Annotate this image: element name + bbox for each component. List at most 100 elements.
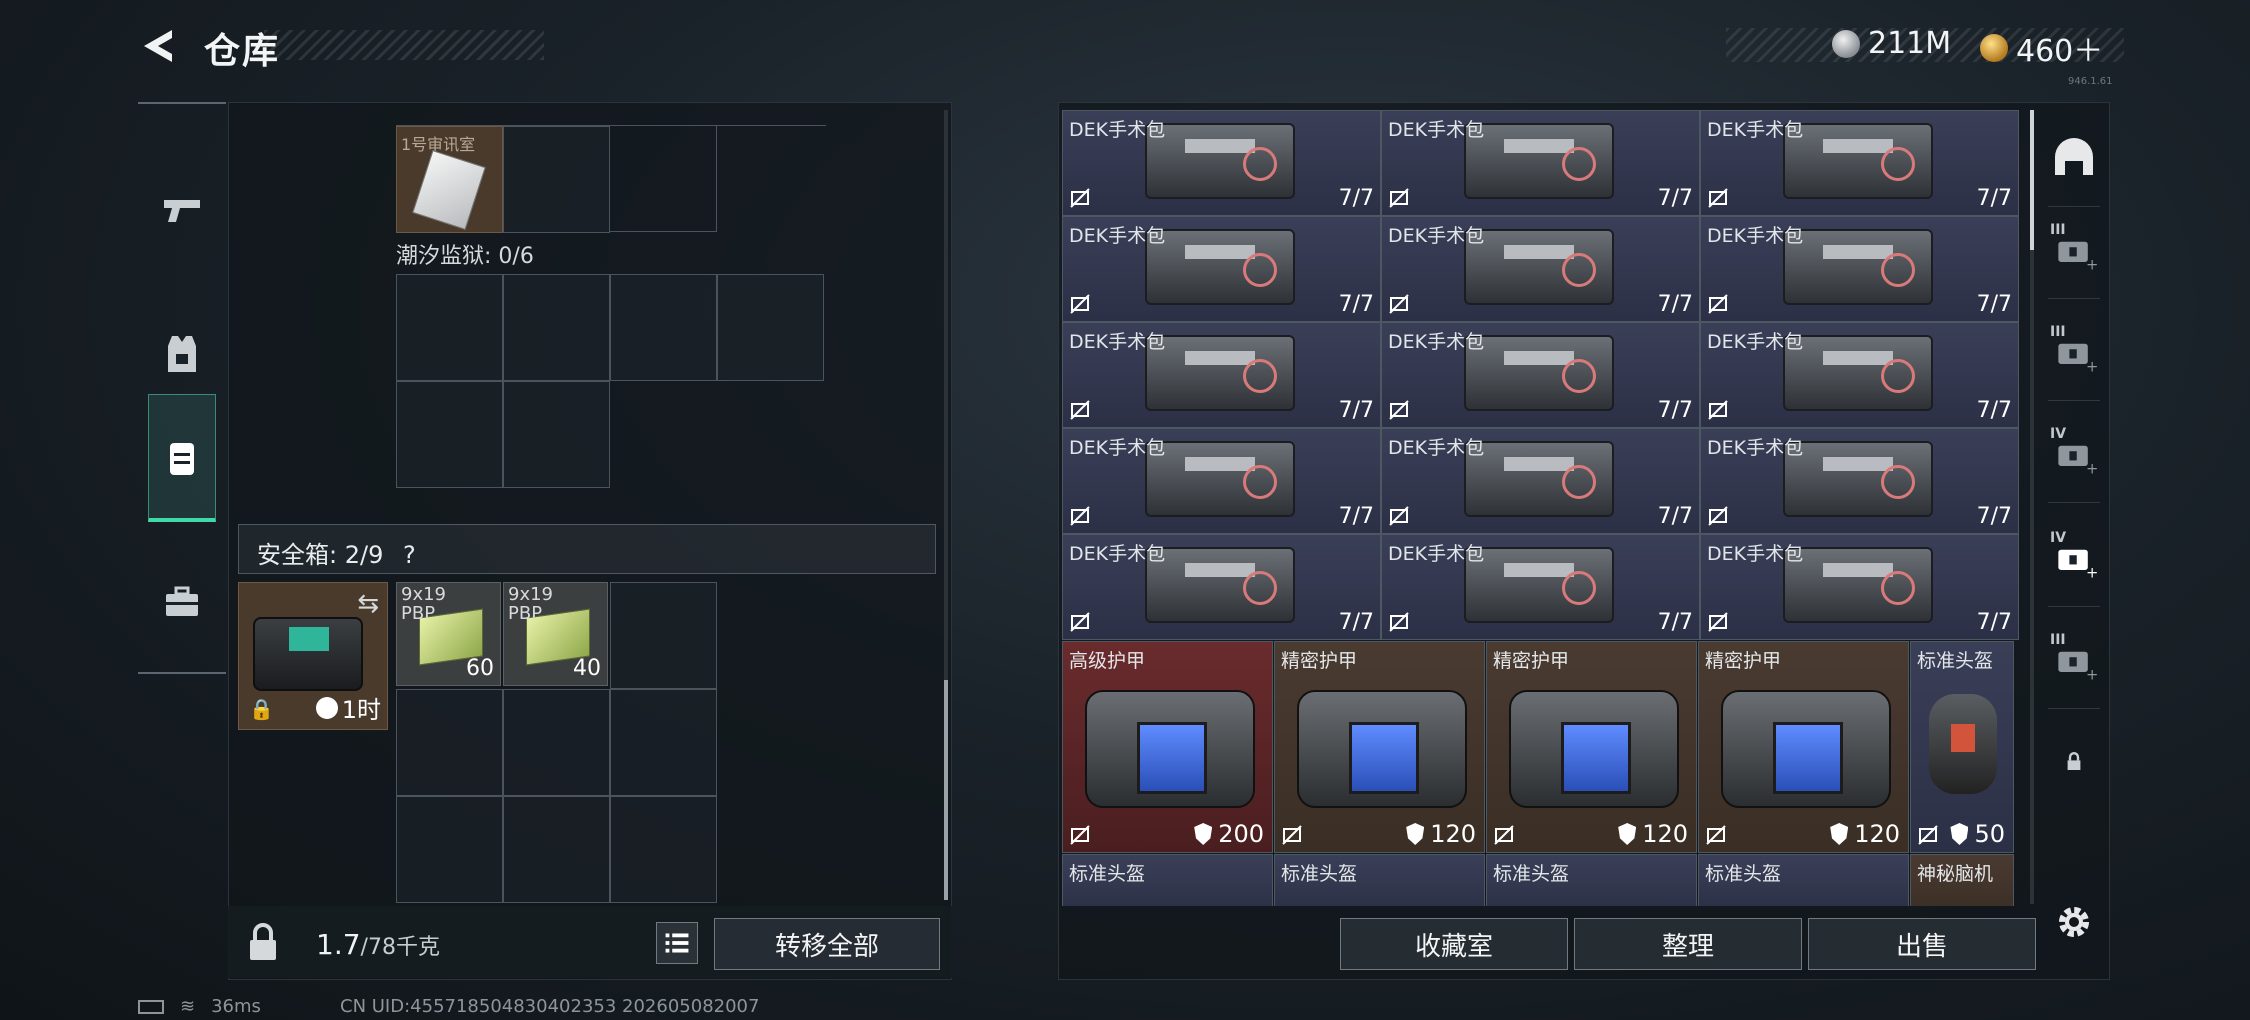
stash-item-surgery-kit[interactable]: DEK手术包 7/7 [1381, 216, 1700, 322]
safe-box-slot[interactable]: ⇆ 🔒 1时 [238, 582, 388, 730]
stash-item-surgery-kit[interactable]: DEK手术包 7/7 [1700, 216, 2019, 322]
grid-cell[interactable] [503, 796, 610, 903]
ammo-item[interactable]: 9x19 PBP 40 [503, 582, 608, 686]
sort-button[interactable]: 整理 [1574, 918, 1802, 970]
helmet-image [1929, 694, 1997, 794]
item-name: DEK手术包 [1388, 331, 1485, 353]
filter-armor-filter-icon[interactable]: III + [2044, 322, 2104, 382]
gold-currency[interactable]: 460＋ [1980, 26, 2103, 70]
stash-item-surgery-kit[interactable]: DEK手术包 7/7 [1381, 534, 1700, 640]
no-insure-icon [1493, 824, 1515, 846]
stash-item-armor[interactable]: 精密护甲 120 [1698, 641, 1909, 853]
grid-cell[interactable] [503, 274, 610, 381]
item-name: DEK手术包 [1707, 331, 1804, 353]
back-arrow-icon [144, 30, 172, 62]
stash-item-armor[interactable]: 精密护甲 120 [1274, 641, 1485, 853]
item-name: DEK手术包 [1069, 119, 1166, 141]
tier-label: III [2050, 632, 2066, 648]
item-name: DEK手术包 [1069, 331, 1166, 353]
settings-button[interactable] [2052, 900, 2096, 944]
stash-item-surgery-kit[interactable]: DEK手术包 7/7 [1700, 322, 2019, 428]
list-view-button[interactable] [656, 922, 698, 964]
ammo-item[interactable]: 9x19 PBP 60 [396, 582, 501, 686]
stash-item-surgery-kit[interactable]: DEK手术包 7/7 [1062, 322, 1381, 428]
item-durability: 7/7 [1976, 292, 2012, 317]
grid-cell[interactable] [717, 274, 824, 381]
stash-item-surgery-kit[interactable]: DEK手术包 7/7 [1062, 534, 1381, 640]
item-name: 标准头盔 [1705, 863, 1782, 885]
stash-item-surgery-kit[interactable]: DEK手术包 7/7 [1381, 110, 1700, 216]
helmet-durability: 50 [1950, 820, 2005, 848]
wifi-icon: ≋ [180, 996, 196, 1017]
armor-value: 120 [1854, 820, 1900, 848]
clock-icon [315, 696, 338, 719]
no-insure-icon [1707, 611, 1729, 633]
stash-item-partial[interactable]: 标准头盔 [1062, 854, 1273, 906]
safe-help-button[interactable]: ? [403, 541, 416, 569]
stash-item-armor[interactable]: 高级护甲 200 [1062, 641, 1273, 853]
grid-cell[interactable] [396, 689, 503, 796]
stash-item-armor[interactable]: 精密护甲 120 [1486, 641, 1697, 853]
lock-icon [2067, 752, 2081, 770]
tab-weapons[interactable] [148, 146, 216, 274]
grid-cell[interactable] [610, 796, 717, 903]
transfer-all-button[interactable]: 转移全部 [714, 918, 940, 970]
stash-item-surgery-kit[interactable]: DEK手术包 7/7 [1700, 110, 2019, 216]
collection-room-button[interactable]: 收藏室 [1340, 918, 1568, 970]
swap-icon[interactable]: ⇆ [357, 589, 379, 619]
item-durability: 7/7 [1338, 186, 1374, 211]
grid-cell[interactable] [503, 381, 610, 488]
filter-lock-filter-icon[interactable] [2044, 732, 2104, 792]
stash-item-partial[interactable]: 标准头盔 [1274, 854, 1485, 906]
no-insure-icon [1388, 187, 1410, 209]
no-insure-icon [1707, 399, 1729, 421]
grid-cell[interactable] [610, 582, 717, 689]
grid-cell[interactable] [396, 796, 503, 903]
tab-case[interactable] [148, 538, 216, 666]
grid-cell[interactable] [610, 689, 717, 796]
filter-medkit-add-filter-icon[interactable]: IV + [2044, 424, 2104, 484]
scroll-thumb[interactable] [944, 680, 948, 900]
stash-item-surgery-kit[interactable]: DEK手术包 7/7 [1062, 110, 1381, 216]
filter-rig-filter-icon[interactable]: III + [2044, 220, 2104, 280]
stash-item-surgery-kit[interactable]: DEK手术包 7/7 [1062, 428, 1381, 534]
grid-cell[interactable] [503, 126, 610, 233]
stash-item-surgery-kit[interactable]: DEK手术包 7/7 [1062, 216, 1381, 322]
filter-helmet-filter-icon[interactable] [2044, 128, 2104, 188]
stash-item-partial[interactable]: 标准头盔 [1698, 854, 1909, 906]
safe-timer: 1时 [315, 690, 381, 725]
scroll-thumb[interactable] [2030, 110, 2034, 250]
keycard-slot[interactable]: 1号审讯室 [396, 126, 503, 233]
stash-item-surgery-kit[interactable]: DEK手术包 7/7 [1381, 428, 1700, 534]
ammo-type: PBP [401, 603, 436, 624]
stash-item-partial[interactable]: 标准头盔 [1486, 854, 1697, 906]
grid-cell[interactable] [610, 274, 717, 381]
item-durability: 7/7 [1657, 398, 1693, 423]
item-name: DEK手术包 [1388, 437, 1485, 459]
svg-text:+: + [2086, 460, 2097, 477]
item-durability: 7/7 [1338, 610, 1374, 635]
filter-medkit-add-filter-icon-active[interactable]: IV + [2044, 528, 2104, 588]
inventory-scrollbar[interactable] [944, 110, 948, 900]
stash-item-partial[interactable]: 神秘脑机 [1910, 854, 2014, 906]
stash-item-surgery-kit[interactable]: DEK手术包 7/7 [1700, 428, 2019, 534]
no-insure-icon [1707, 293, 1729, 315]
stash-item-surgery-kit[interactable]: DEK手术包 7/7 [1381, 322, 1700, 428]
svg-text:+: + [2086, 666, 2097, 683]
grid-cell[interactable] [503, 689, 610, 796]
stash-item-helmet[interactable]: 标准头盔 50 [1910, 641, 2014, 853]
lock-button[interactable] [238, 918, 288, 968]
tier-label: IV [2050, 530, 2067, 546]
stash-scrollbar[interactable] [2030, 110, 2034, 904]
back-button[interactable] [138, 26, 178, 66]
sell-button[interactable]: 出售 [1808, 918, 2036, 970]
filter-armor-filter-icon-2[interactable]: III + [2044, 630, 2104, 690]
grid-cell[interactable] [396, 381, 503, 488]
tab-backpack[interactable] [148, 394, 216, 522]
armor-image [1297, 690, 1467, 808]
stash-item-surgery-kit[interactable]: DEK手术包 7/7 [1700, 534, 2019, 640]
backpack-icon [170, 442, 194, 475]
stash-grid: DEK手术包 7/7 DEK手术包 7/7 DEK手术包 7/7 DEK手术包 7/7 DEK手… [1062, 110, 2020, 906]
grid-cell[interactable] [396, 274, 503, 381]
armor-image [1509, 690, 1679, 808]
